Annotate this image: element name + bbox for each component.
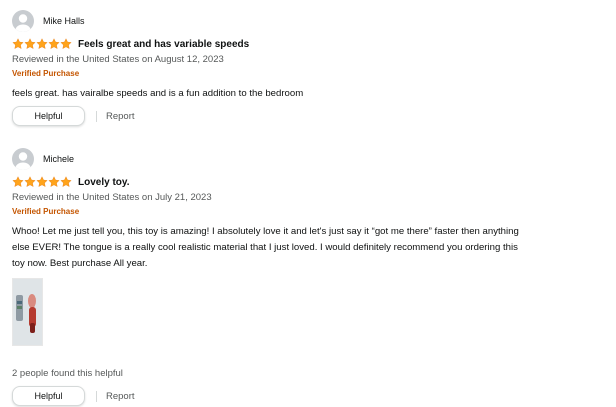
avatar	[12, 148, 34, 170]
star-rating[interactable]	[12, 38, 72, 50]
reviewer-profile[interactable]: Michele	[12, 147, 572, 171]
review-image-thumbnail[interactable]	[12, 278, 43, 346]
review-body: Whoo! Let me just tell you, this toy is …	[12, 226, 519, 269]
review-body: feels great. has vairalbe speeds and is …	[12, 88, 304, 99]
star-icon	[12, 38, 24, 49]
review-card: Mike Halls Feels great and has variable …	[12, 9, 572, 126]
avatar	[12, 10, 34, 32]
verified-purchase-badge[interactable]: Verified Purchase	[12, 206, 572, 218]
review-title[interactable]: Lovely toy.	[78, 177, 130, 188]
star-icon	[36, 38, 48, 49]
verified-purchase-badge[interactable]: Verified Purchase	[12, 68, 572, 80]
review-date: Reviewed in the United States on August …	[12, 54, 224, 65]
reviewer-name: Mike Halls	[43, 16, 85, 26]
product-photo-image	[13, 279, 42, 345]
star-icon	[60, 38, 72, 49]
star-icon	[24, 38, 36, 49]
review-date: Reviewed in the United States on July 21…	[12, 192, 212, 203]
star-icon	[36, 176, 48, 187]
helpful-button[interactable]: Helpful	[12, 386, 85, 406]
divider	[96, 110, 97, 122]
user-silhouette-icon	[15, 152, 31, 170]
user-silhouette-icon	[15, 14, 31, 32]
star-icon	[60, 176, 72, 187]
star-icon	[48, 176, 60, 187]
report-link[interactable]: Report	[106, 111, 135, 122]
divider	[96, 390, 97, 402]
star-icon	[24, 176, 36, 187]
helpful-button[interactable]: Helpful	[12, 106, 85, 126]
review-card: Michele Lovely toy. Reviewed in the Unit…	[12, 147, 572, 406]
helpful-count: 2 people found this helpful	[12, 368, 123, 379]
star-rating[interactable]	[12, 176, 72, 188]
star-icon	[12, 176, 24, 187]
star-icon	[48, 38, 60, 49]
report-link[interactable]: Report	[106, 391, 135, 402]
reviewer-profile[interactable]: Mike Halls	[12, 9, 572, 33]
reviewer-name: Michele	[43, 154, 75, 164]
review-title[interactable]: Feels great and has variable speeds	[78, 39, 249, 50]
